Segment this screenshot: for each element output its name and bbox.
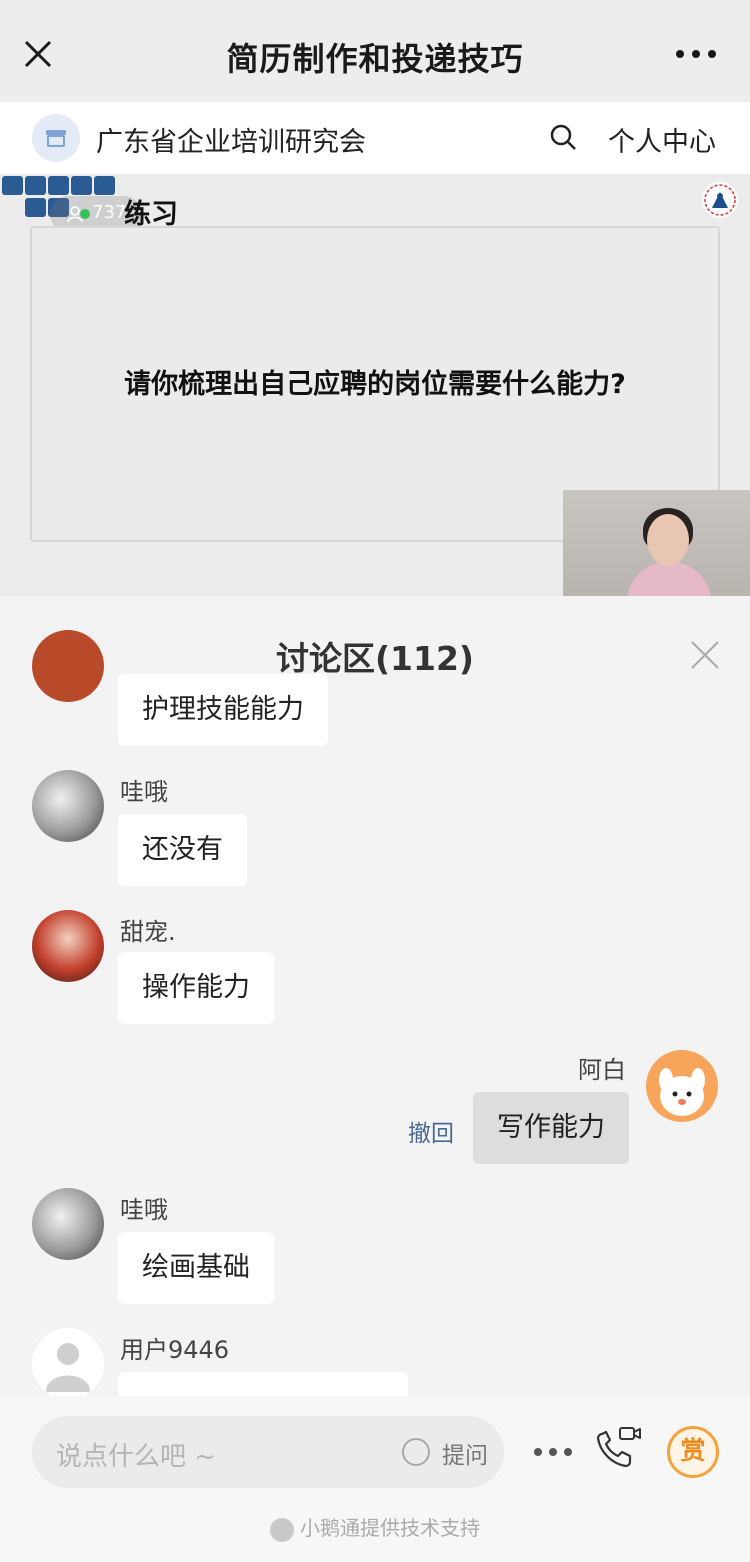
- viewer-count: 737: [92, 202, 127, 223]
- more-actions-icon[interactable]: [534, 1448, 572, 1456]
- message-bubble: 操作能力: [118, 952, 274, 1024]
- more-options-icon[interactable]: [676, 50, 716, 58]
- shop-bar: 广东省企业培训研究会 个人中心: [0, 102, 750, 174]
- slide-question: 请你梳理出自己应聘的岗位需要什么能力?: [124, 369, 626, 400]
- bottom-bar: 说点什么吧 ~ 提问 赏 小鹅通提供技术支持: [0, 1396, 750, 1562]
- discussion-title: 讨论区(112): [275, 639, 475, 678]
- top-navigation-bar: 简历制作和投递技巧: [0, 0, 750, 102]
- message-bubble: [118, 1372, 408, 1396]
- message-bubble: 护理技能能力: [118, 674, 328, 746]
- ask-question-radio[interactable]: [402, 1438, 430, 1466]
- username: 阿白: [578, 1056, 626, 1084]
- avatar[interactable]: [32, 1188, 104, 1260]
- avatar[interactable]: [32, 630, 104, 702]
- user-center-link[interactable]: 个人中心: [608, 120, 716, 159]
- username: 用户9446: [120, 1336, 230, 1364]
- footer-credit: 小鹅通提供技术支持: [0, 1512, 750, 1542]
- call-video-icon[interactable]: [594, 1424, 642, 1472]
- shop-logo-icon[interactable]: [32, 114, 80, 162]
- search-icon[interactable]: [548, 122, 578, 152]
- avatar[interactable]: [646, 1050, 718, 1122]
- username: 哇哦: [120, 1196, 168, 1224]
- shop-name[interactable]: 广东省企业培训研究会: [96, 120, 366, 159]
- username: 哇哦: [120, 778, 168, 806]
- avatar[interactable]: [32, 1328, 104, 1396]
- reward-button[interactable]: 赏: [667, 1426, 719, 1478]
- input-placeholder: 说点什么吧 ~: [56, 1442, 217, 1472]
- avatar[interactable]: [32, 770, 104, 842]
- footer-text: 小鹅通提供技术支持: [300, 1516, 480, 1540]
- organization-logo-icon: [702, 182, 738, 218]
- message-bubble: 绘画基础: [118, 1232, 274, 1304]
- live-stage: 737 练习 请你梳理出自己应聘的岗位需要什么能力?: [0, 174, 750, 596]
- recall-button[interactable]: 撤回: [408, 1114, 454, 1148]
- message-bubble: 写作能力: [473, 1092, 629, 1164]
- username: 甜宠.: [120, 918, 176, 946]
- discussion-panel: 讨论区(112) 护理技能能力 哇哦 还没有 甜宠. 操作能力 阿白 撤回 写作…: [0, 596, 750, 1396]
- xiaoetong-logo-icon: [270, 1517, 294, 1542]
- page-title: 简历制作和投递技巧: [226, 40, 524, 78]
- message-bubble: 还没有: [118, 814, 247, 886]
- live-dot: [80, 209, 90, 219]
- comment-input[interactable]: 说点什么吧 ~ 提问: [32, 1416, 504, 1488]
- ask-question-label[interactable]: 提问: [442, 1436, 488, 1470]
- close-discussion-icon[interactable]: [690, 640, 720, 670]
- avatar[interactable]: [32, 910, 104, 982]
- presenter-camera[interactable]: [563, 490, 750, 596]
